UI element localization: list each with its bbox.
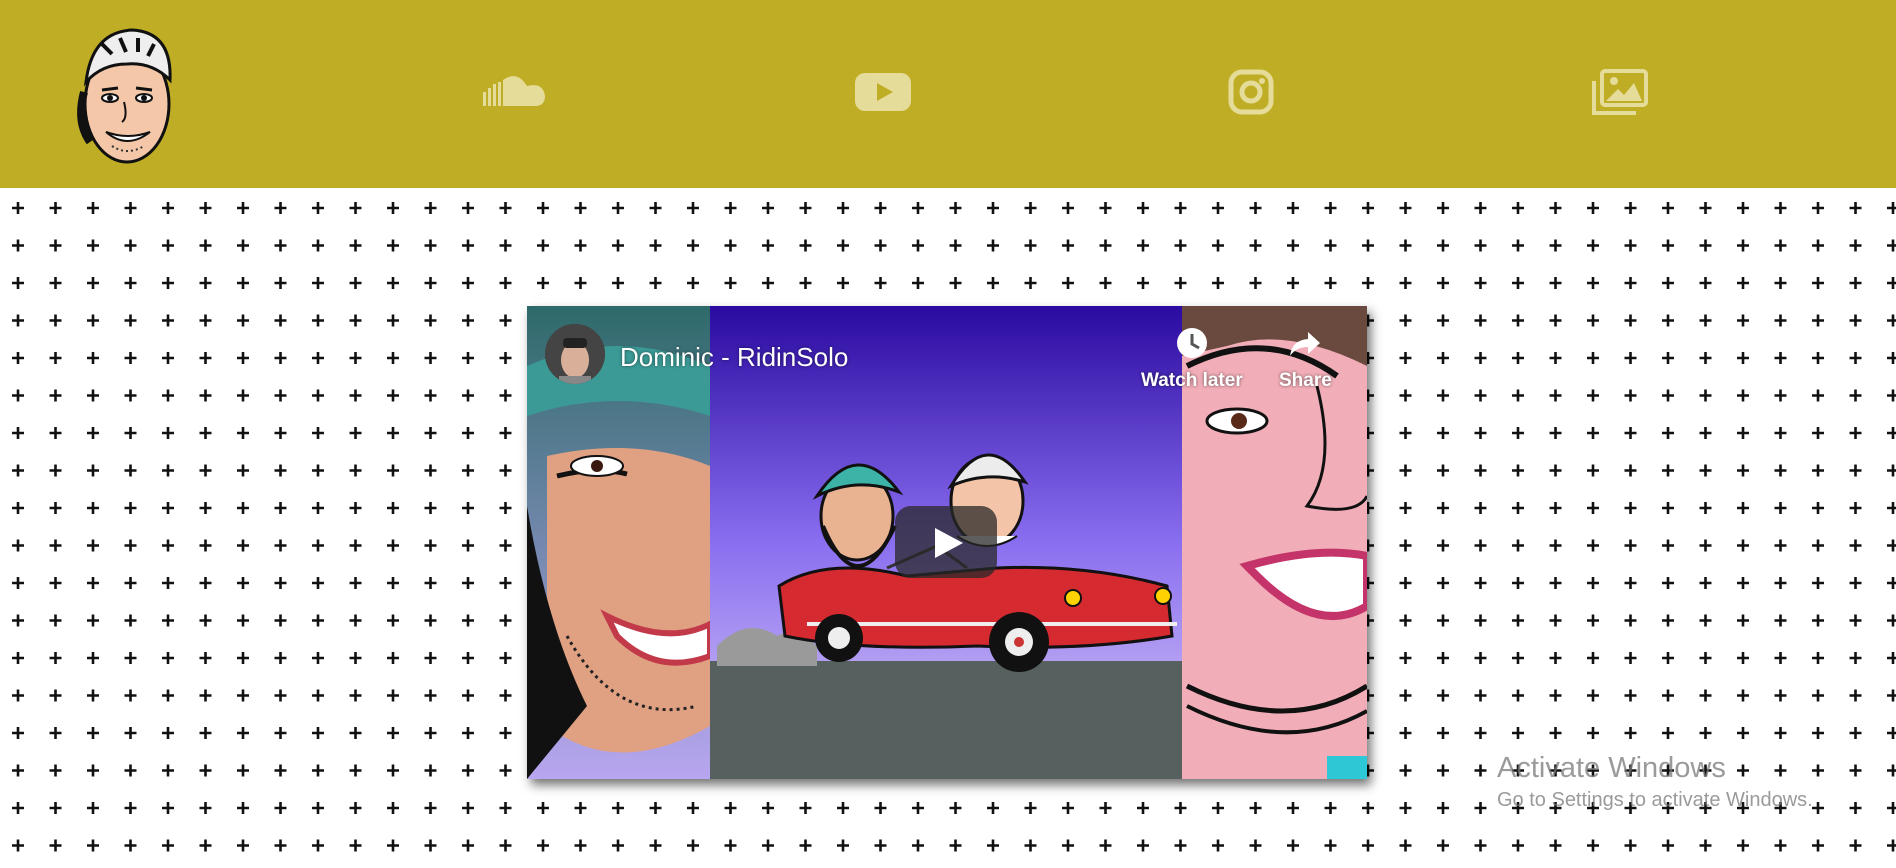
youtube-icon <box>855 73 911 111</box>
instagram-icon <box>1228 69 1274 115</box>
share-arrow-icon <box>1290 332 1321 356</box>
instagram-link[interactable] <box>1218 64 1284 120</box>
video-title[interactable]: Dominic - RidinSolo <box>620 342 848 373</box>
soundcloud-icon <box>483 76 545 106</box>
gallery-link[interactable] <box>1587 64 1653 120</box>
gallery-icon <box>1592 69 1648 115</box>
site-header <box>0 0 1896 188</box>
watch-later-label: Watch later <box>1141 370 1243 391</box>
play-button[interactable] <box>895 506 997 578</box>
channel-avatar[interactable] <box>545 324 605 384</box>
watch-later-button[interactable]: Watch later <box>1141 326 1243 392</box>
logo[interactable] <box>72 22 182 168</box>
video-player[interactable]: Dominic - RidinSolo Watch later Share <box>527 306 1367 779</box>
share-label: Share <box>1279 370 1332 391</box>
youtube-link[interactable] <box>850 64 916 120</box>
activate-windows-watermark: Activate Windows Go to Settings to activ… <box>1497 752 1813 812</box>
activate-windows-subtitle: Go to Settings to activate Windows. <box>1497 789 1813 811</box>
share-button[interactable]: Share <box>1279 326 1332 392</box>
activate-windows-title: Activate Windows <box>1497 752 1726 784</box>
cartoon-face-logo-icon <box>77 28 172 164</box>
avatar-face-icon <box>545 324 605 384</box>
soundcloud-link[interactable] <box>482 64 548 120</box>
clock-icon <box>1176 328 1207 358</box>
